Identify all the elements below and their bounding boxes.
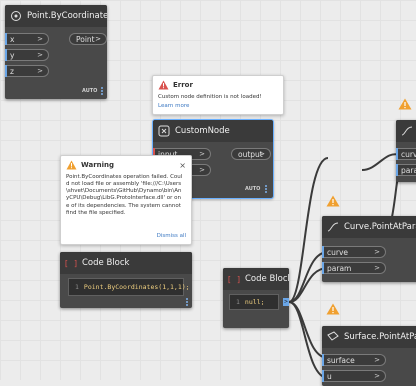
input-port-curve[interactable]: curv <box>396 148 416 160</box>
port-label: y <box>10 50 15 60</box>
point-by-coordinates-node[interactable]: Point.ByCoordinates x > y > z > Point > … <box>5 5 107 99</box>
curve-point-at-parameter-node[interactable]: Curve.PointAtParameter curve > param > <box>322 216 416 282</box>
port-marker <box>322 354 324 366</box>
code-block-node[interactable]: [ ] Code Block 1 Point.ByCoordinates(1,1… <box>60 252 192 308</box>
popup-title: Warning <box>81 161 115 169</box>
surface-icon <box>327 331 339 343</box>
chevron-right-icon: > <box>199 150 205 158</box>
chevron-right-icon: > <box>259 150 265 158</box>
point-node-icon <box>10 10 22 22</box>
code-block-icon: [ ] <box>63 258 79 268</box>
lacing-label[interactable]: AUTO <box>82 88 97 94</box>
input-port-surface[interactable]: surface > <box>322 354 386 366</box>
node-title: Curve.PointAtParameter <box>344 222 416 232</box>
chevron-right-icon: > <box>37 35 43 43</box>
port-marker <box>322 262 324 274</box>
node-title: Point.ByCoordinates <box>27 11 107 21</box>
curve-icon <box>327 221 339 233</box>
node-menu-icon[interactable] <box>101 87 103 96</box>
code-block-icon: [ ] <box>226 274 242 284</box>
partial-node[interactable]: curv para <box>396 120 416 182</box>
chevron-right-icon: > <box>374 264 380 272</box>
lacing-label[interactable]: AUTO <box>245 186 260 192</box>
node-header[interactable]: CustomNode <box>153 120 273 142</box>
line-number: 1 <box>236 298 240 306</box>
port-label: surface <box>327 355 355 365</box>
port-marker <box>396 164 398 176</box>
node-header[interactable]: Curve.PointAtParameter <box>322 216 416 238</box>
port-label: curv <box>401 149 416 159</box>
chevron-right-icon: > <box>374 356 380 364</box>
input-port-u[interactable]: u > <box>322 370 386 382</box>
warning-icon <box>66 160 77 173</box>
code-editor[interactable]: 1 Point.ByCoordinates(1,1,1); <box>68 278 190 296</box>
port-label: x <box>10 34 15 44</box>
port-label: z <box>10 66 14 76</box>
node-header[interactable]: Surface.PointAtParameter <box>322 326 416 348</box>
port-marker <box>5 33 7 45</box>
chevron-right-icon: > <box>199 166 205 174</box>
code-editor[interactable]: 1 null; <box>229 294 279 310</box>
input-port-y[interactable]: y > <box>5 49 49 61</box>
node-header[interactable] <box>396 120 416 142</box>
port-label: u <box>327 371 332 381</box>
chevron-right-icon: > <box>37 67 43 75</box>
input-port-param[interactable]: para <box>396 164 416 176</box>
port-label: para <box>401 165 416 175</box>
node-header[interactable]: [ ] Code Block <box>223 268 289 290</box>
line-number: 1 <box>75 283 79 291</box>
code-block-node[interactable]: [ ] Code Block 1 null; > <box>223 268 289 328</box>
input-port-x[interactable]: x > <box>5 33 49 45</box>
port-marker <box>396 148 398 160</box>
node-title: Surface.PointAtParameter <box>344 332 416 342</box>
chevron-right-icon: > <box>95 35 101 43</box>
input-port-z[interactable]: z > <box>5 65 49 77</box>
code-text: null; <box>244 298 265 306</box>
close-icon[interactable]: × <box>179 161 186 171</box>
port-label: curve <box>327 247 349 257</box>
curve-icon <box>401 125 413 137</box>
error-popup: Error Custom node definition is not load… <box>152 75 284 115</box>
warning-icon[interactable] <box>326 195 340 209</box>
node-header[interactable]: Point.ByCoordinates <box>5 5 107 27</box>
code-text: Point.ByCoordinates(1,1,1); <box>83 283 190 291</box>
warning-icon[interactable] <box>326 303 340 317</box>
node-header[interactable]: [ ] Code Block <box>60 252 192 274</box>
connector-wire[interactable] <box>361 153 401 171</box>
chevron-right-icon: > <box>374 248 380 256</box>
chevron-right-icon: > <box>37 51 43 59</box>
warning-icon[interactable] <box>398 98 412 112</box>
learn-more-link[interactable]: Learn more <box>158 103 189 110</box>
node-title: Code Block <box>82 258 130 268</box>
output-port-point[interactable]: Point > <box>69 33 107 45</box>
port-marker <box>5 65 7 77</box>
popup-title: Error <box>173 81 193 89</box>
port-marker <box>322 246 324 258</box>
popup-message: Custom node definition is not loaded! <box>158 94 262 100</box>
port-label: param <box>327 263 352 273</box>
port-marker <box>5 49 7 61</box>
output-port[interactable]: > <box>283 298 289 306</box>
input-port-param[interactable]: param > <box>322 262 386 274</box>
error-icon <box>158 80 169 93</box>
node-menu-icon[interactable] <box>186 298 188 307</box>
warning-popup: Warning × Point.ByCoordinates operation … <box>60 155 192 245</box>
dismiss-all-link[interactable]: Dismiss all <box>157 233 186 240</box>
chevron-right-icon: > <box>374 372 380 380</box>
output-port-output[interactable]: output > <box>231 148 271 160</box>
input-port-curve[interactable]: curve > <box>322 246 386 258</box>
custom-node-icon <box>158 125 170 137</box>
node-title: CustomNode <box>175 126 230 136</box>
node-title: Code Block <box>245 274 289 284</box>
node-menu-icon[interactable] <box>265 185 267 194</box>
port-marker <box>322 370 324 382</box>
surface-point-at-parameter-node[interactable]: Surface.PointAtParameter surface > u > <box>322 326 416 386</box>
port-label: Point <box>76 34 95 44</box>
popup-message: Point.ByCoordinates operation failed. Co… <box>66 174 183 216</box>
